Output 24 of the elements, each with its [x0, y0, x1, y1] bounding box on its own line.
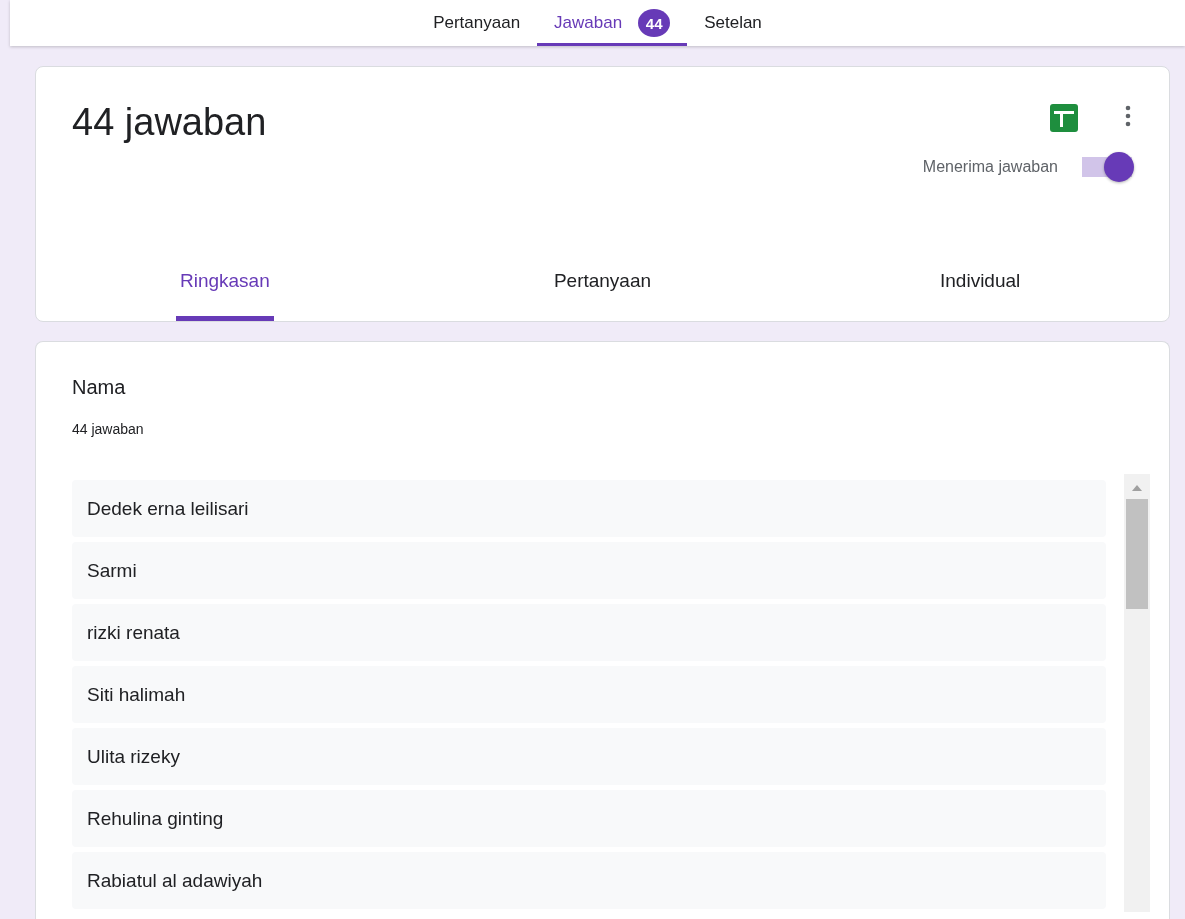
answer-row: Ulita rizeky — [72, 728, 1106, 785]
count-badge: 44 — [638, 9, 671, 37]
answer-row: Rabiatul al adawiyah — [72, 852, 1106, 909]
toggle-switch[interactable] — [1080, 152, 1134, 182]
tab[interactable]: Ringkasan — [175, 248, 274, 321]
spreadsheet-icon[interactable] — [1049, 103, 1079, 133]
scrollbar[interactable] — [1124, 474, 1150, 912]
tab[interactable]: Pertanyaan — [433, 13, 521, 33]
more-icon[interactable] — [1125, 105, 1131, 127]
answer-row: Siti halimah — [72, 666, 1106, 723]
response-count: 44 jawaban — [72, 421, 145, 437]
responses-title: 44 jawaban — [72, 101, 267, 144]
scroll-thumb[interactable] — [1126, 499, 1148, 609]
tab[interactable]: Pertanyaan — [549, 248, 656, 321]
tab[interactable]: Jawaban — [554, 13, 623, 33]
answer-row: Sarmi — [72, 542, 1106, 599]
tab[interactable]: Setelan — [704, 13, 762, 33]
scroll-up-icon[interactable] — [1132, 485, 1142, 491]
accepting-label: Menerima jawaban — [922, 158, 1058, 176]
question-title: Nama — [72, 376, 127, 399]
tab[interactable]: Individual — [936, 248, 1025, 321]
answer-row: rizki renata — [72, 604, 1106, 661]
answer-row: Rehulina ginting — [72, 790, 1106, 847]
answer-row: Dedek erna leilisari — [72, 480, 1106, 537]
